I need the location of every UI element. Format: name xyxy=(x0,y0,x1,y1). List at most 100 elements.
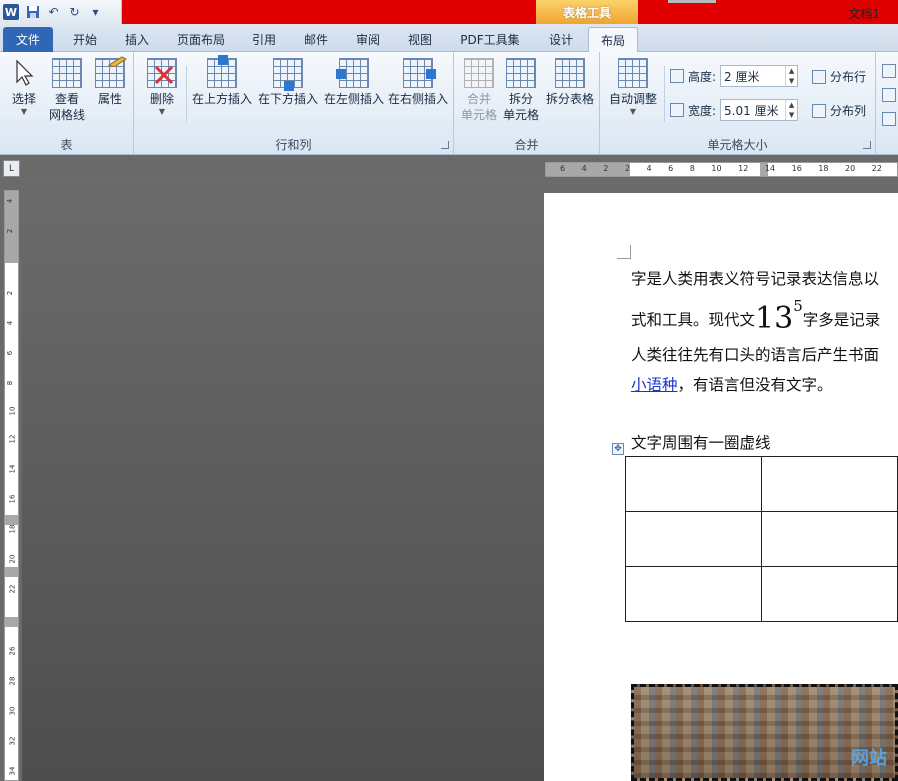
vertical-ruler-number: 32 xyxy=(8,736,17,746)
properties-button[interactable]: 属性 xyxy=(90,56,130,107)
dropdown-arrow-icon: ▼ xyxy=(158,107,166,116)
height-spinner-icon[interactable]: ▲ ▼ xyxy=(785,66,797,86)
paragraph-line-4[interactable]: 小语种，有语言但没有文字。 xyxy=(631,373,833,395)
horizontal-ruler[interactable]: 6 4 2 2 4 6 8 10 12 14 16 18 20 22 xyxy=(545,162,898,177)
paragraph-line-2[interactable]: 式和工具。现代文135字多是记录 xyxy=(631,297,880,336)
tab-review[interactable]: 审阅 xyxy=(344,27,392,52)
table-cell[interactable] xyxy=(761,566,898,622)
ruler-row-marker[interactable] xyxy=(5,617,18,627)
align-icon[interactable] xyxy=(882,64,896,78)
tab-pdf-tools[interactable]: PDF工具集 xyxy=(450,27,530,52)
distribute-columns-label: 分布列 xyxy=(830,104,867,118)
table-caption[interactable]: 文字周围有一圈虚线 xyxy=(631,431,771,453)
tab-references[interactable]: 引用 xyxy=(240,27,288,52)
title-bar: W ↶ ↻ ▾ 表格工具 文档1 xyxy=(0,0,898,24)
table-cell[interactable] xyxy=(761,456,898,512)
align-icon[interactable] xyxy=(882,112,896,126)
vertical-ruler-number: 14 xyxy=(8,464,17,474)
group-table: 选择 ▼ 查看 网格线 属性 表 xyxy=(0,52,134,155)
word-logo-icon[interactable]: W xyxy=(3,4,19,20)
undo-icon[interactable]: ↶ xyxy=(46,5,61,20)
table-move-handle-icon[interactable]: ✥ xyxy=(612,443,624,455)
vertical-ruler-number: 26 xyxy=(8,646,17,656)
document-page[interactable]: 字是人类用表义符号记录表达信息以 式和工具。现代文135字多是记录 人类往往先有… xyxy=(544,193,898,781)
align-icon[interactable] xyxy=(882,88,896,102)
tab-insert[interactable]: 插入 xyxy=(112,27,162,52)
split-cells-label-2: 单元格 xyxy=(502,108,539,122)
insert-left-icon xyxy=(336,58,369,88)
redo-icon[interactable]: ↻ xyxy=(67,5,82,20)
tab-design[interactable]: 设计 xyxy=(538,27,584,52)
table-row[interactable] xyxy=(625,511,898,567)
tab-home[interactable]: 开始 xyxy=(60,27,110,52)
delete-table-icon xyxy=(147,58,177,88)
height-value: 2 厘米 xyxy=(724,69,760,84)
tab-view[interactable]: 视图 xyxy=(396,27,444,52)
vertical-ruler-number: 28 xyxy=(8,676,17,686)
line2-text-after: 字多是记录 xyxy=(802,311,881,329)
group-rows-columns: 删除 ▼ 在上方插入 在下方插入 在左侧插入 在右侧插入 行和列 xyxy=(134,52,454,155)
merge-cells-button[interactable]: 合并 单元格 xyxy=(458,58,500,123)
distribute-rows-button[interactable]: 分布行 xyxy=(812,68,866,85)
width-input[interactable]: 5.01 厘米 ▲ ▼ xyxy=(720,99,799,121)
select-button[interactable]: 选择 ▼ xyxy=(4,58,44,117)
tab-file[interactable]: 文件 xyxy=(3,27,53,52)
save-icon[interactable] xyxy=(25,5,40,20)
view-gridlines-button[interactable]: 查看 网格线 xyxy=(44,58,90,123)
split-table-button[interactable]: 拆分表格 xyxy=(542,58,598,107)
split-cells-button[interactable]: 拆分 单元格 xyxy=(500,58,542,123)
vertical-ruler-number: 4 xyxy=(6,320,15,326)
insert-above-button[interactable]: 在上方插入 xyxy=(190,55,254,107)
group-table-label: 表 xyxy=(60,138,73,152)
customize-quick-access-icon[interactable]: ▾ xyxy=(88,5,103,20)
table-row[interactable] xyxy=(625,456,898,512)
document-title: 文档1 xyxy=(848,7,880,21)
vertical-ruler-number: 12 xyxy=(8,434,17,444)
ruler-row-marker[interactable] xyxy=(5,567,18,577)
table-cell[interactable] xyxy=(625,511,762,567)
distribute-columns-button[interactable]: 分布列 xyxy=(812,102,866,119)
vertical-ruler-number: 10 xyxy=(8,406,17,416)
merge-cells-icon xyxy=(464,58,494,88)
vertical-ruler-number: 18 xyxy=(8,524,17,534)
height-input[interactable]: 2 厘米 ▲ ▼ xyxy=(720,65,799,87)
table-row[interactable] xyxy=(625,566,898,622)
insert-right-button[interactable]: 在右侧插入 xyxy=(386,58,450,107)
merge-cells-label-2: 单元格 xyxy=(460,108,497,122)
group-merge-label: 合并 xyxy=(514,138,539,152)
tab-layout[interactable]: 布局 xyxy=(588,27,638,52)
tab-page-layout[interactable]: 页面布局 xyxy=(168,27,234,52)
autofit-button[interactable]: 自动调整 ▼ xyxy=(604,58,662,117)
dialog-launcher-icon[interactable] xyxy=(441,141,449,149)
hyperlink-minor-language[interactable]: 小语种 xyxy=(631,376,678,394)
tab-selector-button[interactable]: L xyxy=(3,160,20,177)
ruler-row-marker[interactable] xyxy=(5,515,18,525)
insert-left-button[interactable]: 在左侧插入 xyxy=(322,58,386,107)
row-height-icon xyxy=(670,69,684,83)
group-alignment-partial xyxy=(876,52,898,155)
insert-below-button[interactable]: 在下方插入 xyxy=(256,58,320,107)
ribbon-tabs: 文件 开始 插入 页面布局 引用 邮件 审阅 视图 PDF工具集 设计 布局 xyxy=(0,24,898,52)
width-control: 宽度: 5.01 厘米 ▲ ▼ xyxy=(670,99,799,121)
vertical-ruler-number: 6 xyxy=(6,350,15,356)
table-tools-context-header: 表格工具 xyxy=(536,0,638,24)
split-cells-label-1: 拆分 xyxy=(508,92,533,106)
paragraph-line-3[interactable]: 人类往往先有口头的语言后产生书面 xyxy=(631,343,879,365)
delete-button[interactable]: 删除 ▼ xyxy=(142,58,182,117)
equation-superscript[interactable]: 5 xyxy=(793,297,803,315)
width-label: 宽度: xyxy=(688,103,717,118)
table-cell[interactable] xyxy=(761,511,898,567)
equation-base[interactable]: 13 xyxy=(755,301,793,336)
merge-cells-label-1: 合并 xyxy=(466,92,491,106)
insert-above-label: 在上方插入 xyxy=(191,92,252,106)
paragraph-line-1[interactable]: 字是人类用表义符号记录表达信息以 xyxy=(631,267,879,289)
inserted-photo[interactable]: 网站 xyxy=(631,684,898,781)
ruler-numbers: 6 4 2 2 4 6 8 10 12 14 16 18 20 22 xyxy=(560,164,882,173)
vertical-ruler[interactable]: 4 2 2 4 6 8 10 12 14 16 18 20 22 26 28 30 32 34 xyxy=(4,190,19,781)
tab-mailings[interactable]: 邮件 xyxy=(292,27,340,52)
table-cell[interactable] xyxy=(625,566,762,622)
document-table[interactable] xyxy=(625,456,898,622)
dialog-launcher-icon[interactable] xyxy=(863,141,871,149)
width-spinner-icon[interactable]: ▲ ▼ xyxy=(785,100,797,120)
table-cell[interactable] xyxy=(625,456,762,512)
